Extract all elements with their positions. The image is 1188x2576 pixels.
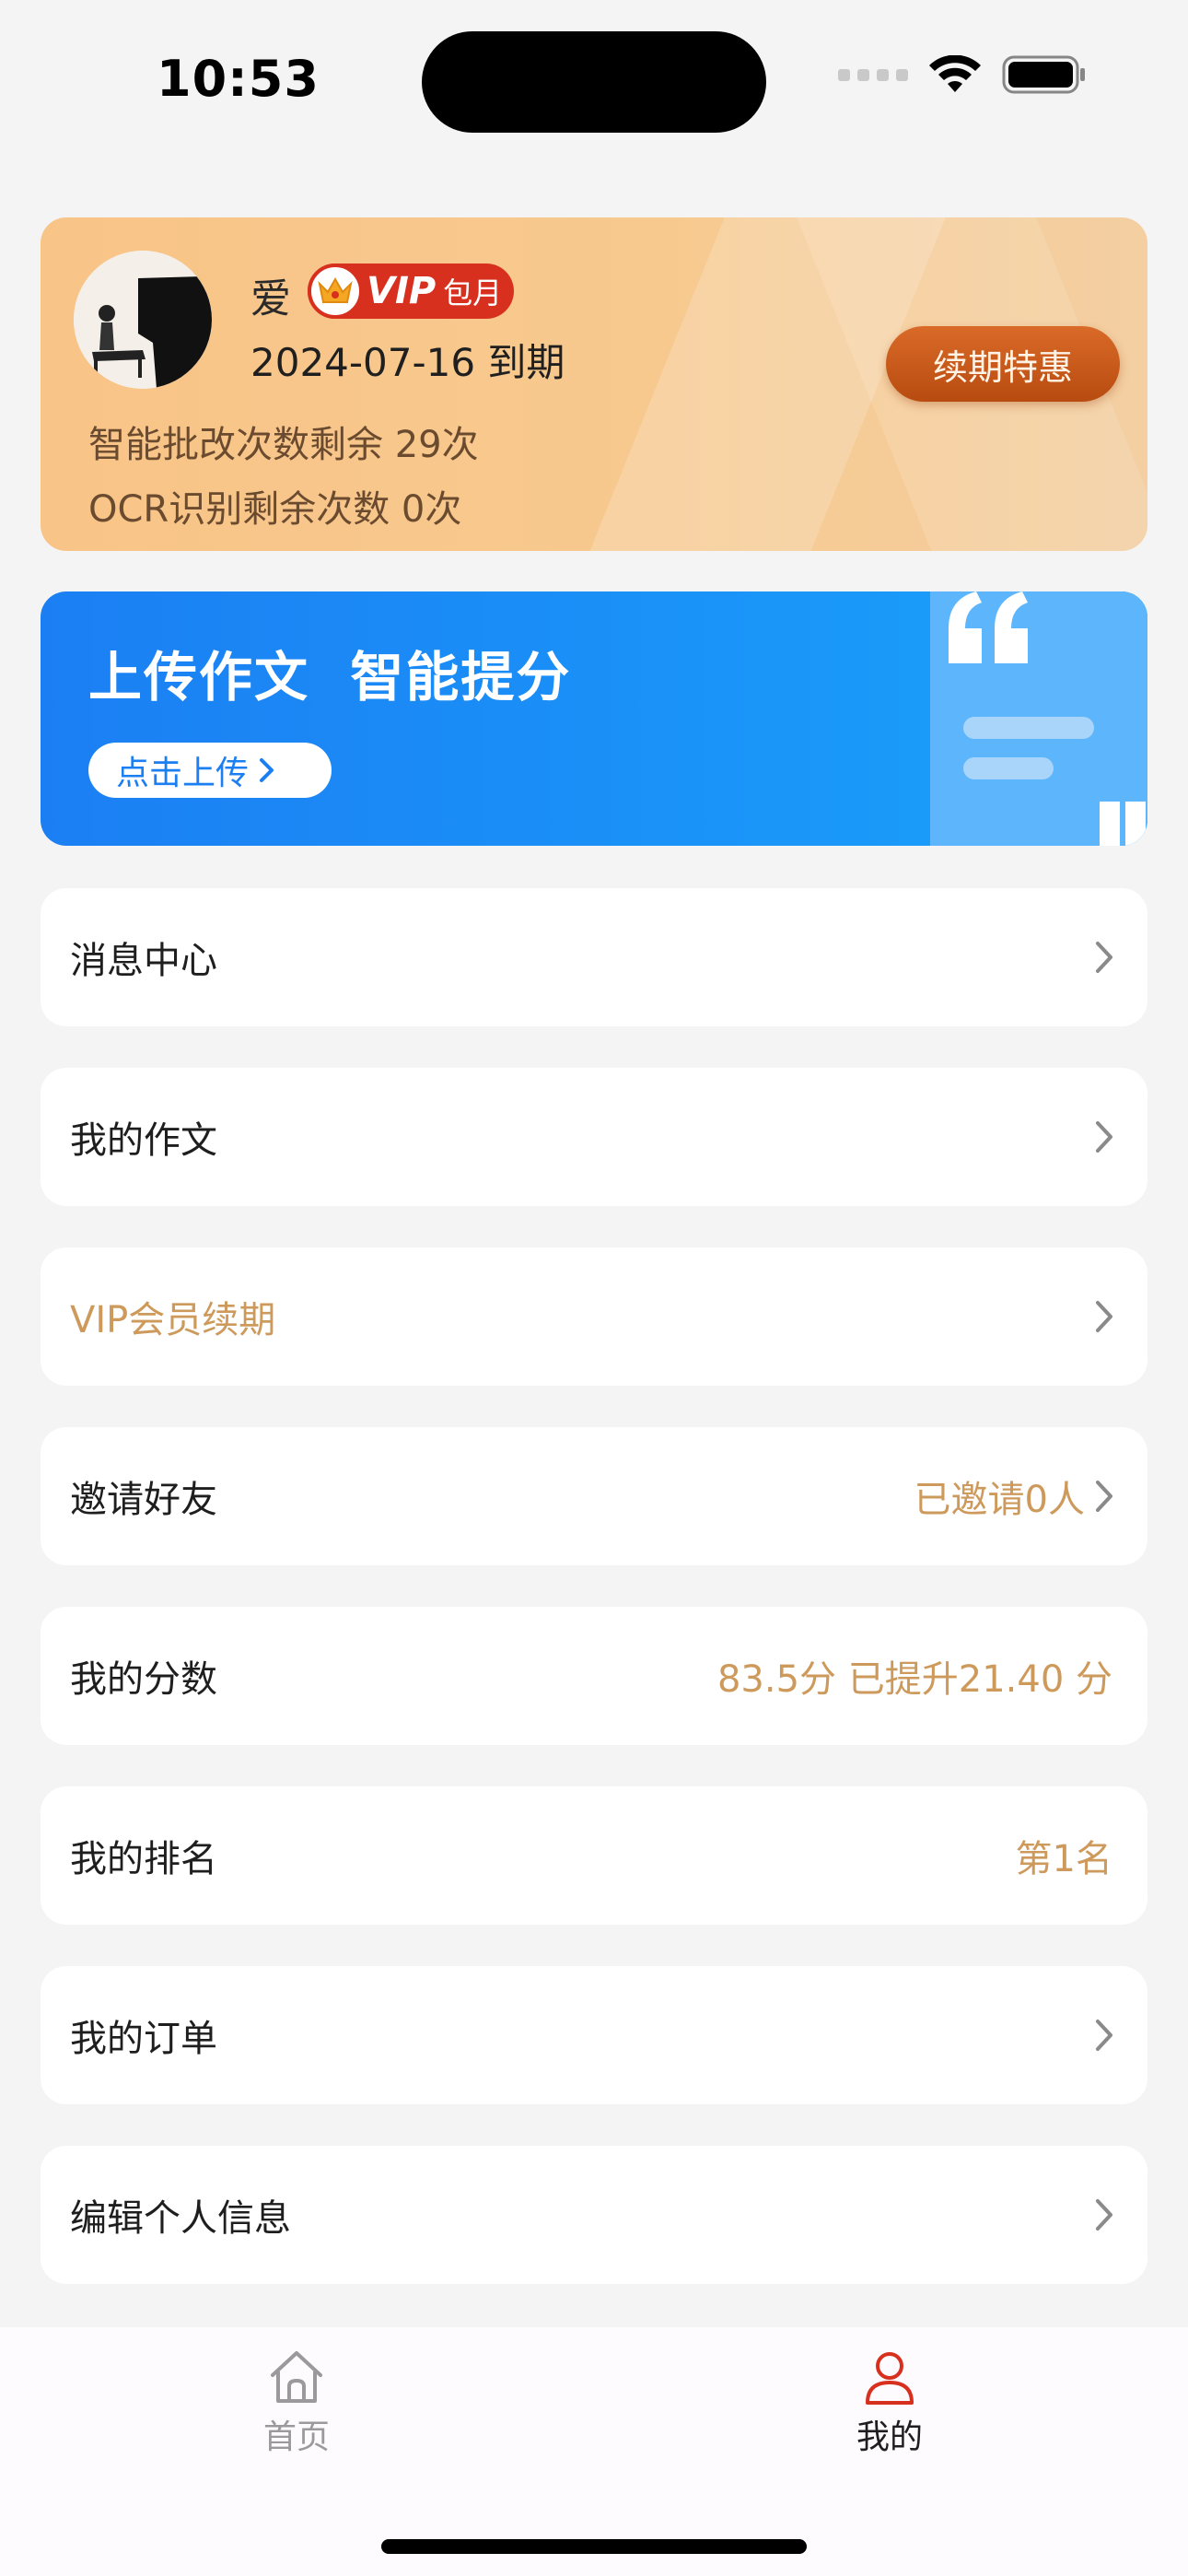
upload-button-label: 点击上传 [116,755,250,792]
menu-item-vip-renew[interactable]: VIP会员续期 [41,1247,1147,1386]
dynamic-island [422,31,766,133]
upload-essay-banner[interactable]: 上传作文 智能提分 点击上传 [41,591,1147,846]
crown-icon [308,263,363,319]
quote-close-icon [1100,802,1146,846]
person-icon [866,2352,914,2405]
menu-item-my-rank[interactable]: 我的排名 第1名 [41,1786,1147,1925]
menu-item-my-essays[interactable]: 我的作文 [41,1068,1147,1206]
chevron-right-icon [1096,942,1112,973]
quote-icon [949,591,1028,663]
profile-page: 10:53 爱 VIP 包月 2024-07-16 到期 智能批改次数剩余 29… [0,0,1188,2576]
tab-home-label: 首页 [262,2418,330,2456]
correction-quota: 智能批改次数剩余 29次 [88,424,479,466]
chevron-right-icon [1096,1481,1112,1512]
chevron-right-icon [1096,2199,1112,2231]
banner-title: 上传作文 智能提分 [88,646,572,708]
invite-count: 已邀请0人 [914,1479,1085,1521]
upload-button[interactable]: 点击上传 [88,743,332,798]
menu-label: 我的排名 [70,1838,217,1880]
renew-offer-button[interactable]: 续期特惠 [886,326,1120,402]
menu-item-edit-profile[interactable]: 编辑个人信息 [41,2146,1147,2284]
menu-label: 编辑个人信息 [70,2197,291,2240]
chevron-right-icon [260,758,274,782]
chevron-right-icon [1096,2020,1112,2051]
status-bar: 10:53 [0,0,1188,138]
vip-plan: 包月 [443,275,503,310]
menu-label: 我的作文 [70,1119,217,1162]
menu-item-my-orders[interactable]: 我的订单 [41,1966,1147,2104]
vip-profile-card: 爱 VIP 包月 2024-07-16 到期 智能批改次数剩余 29次 OCR识… [41,217,1147,551]
avatar[interactable] [74,251,212,389]
tab-mine[interactable]: 我的 [798,2348,982,2458]
vip-badge: VIP 包月 [308,263,514,319]
ocr-quota: OCR识别剩余次数 0次 [88,488,462,531]
menu-label: 消息中心 [70,940,217,982]
home-icon [271,2351,322,2403]
tab-mine-label: 我的 [856,2418,923,2456]
menu-label: 我的订单 [70,2018,217,2060]
battery-icon [1002,55,1085,94]
rank-value: 第1名 [1015,1838,1112,1880]
tab-home[interactable]: 首页 [204,2348,389,2458]
home-indicator [381,2539,807,2554]
vip-expiry: 2024-07-16 到期 [250,340,565,385]
user-name: 爱 [250,275,291,322]
menu-label: VIP会员续期 [70,1299,276,1341]
vip-label: VIP [367,270,437,312]
chevron-right-icon [1096,1301,1112,1332]
status-indicators [838,55,1087,94]
menu-label: 邀请好友 [70,1479,217,1521]
menu-item-messages[interactable]: 消息中心 [41,888,1147,1026]
chevron-right-icon [1096,1121,1112,1153]
menu-item-my-score[interactable]: 我的分数 83.5分 已提升21.40 分 [41,1607,1147,1745]
menu-label: 我的分数 [70,1658,217,1701]
wifi-icon [929,55,981,92]
cellular-signal-icon [838,68,908,81]
menu-item-invite-friends[interactable]: 邀请好友 已邀请0人 [41,1427,1147,1565]
score-value: 83.5分 已提升21.40 分 [716,1658,1112,1701]
status-time: 10:53 [157,50,320,108]
